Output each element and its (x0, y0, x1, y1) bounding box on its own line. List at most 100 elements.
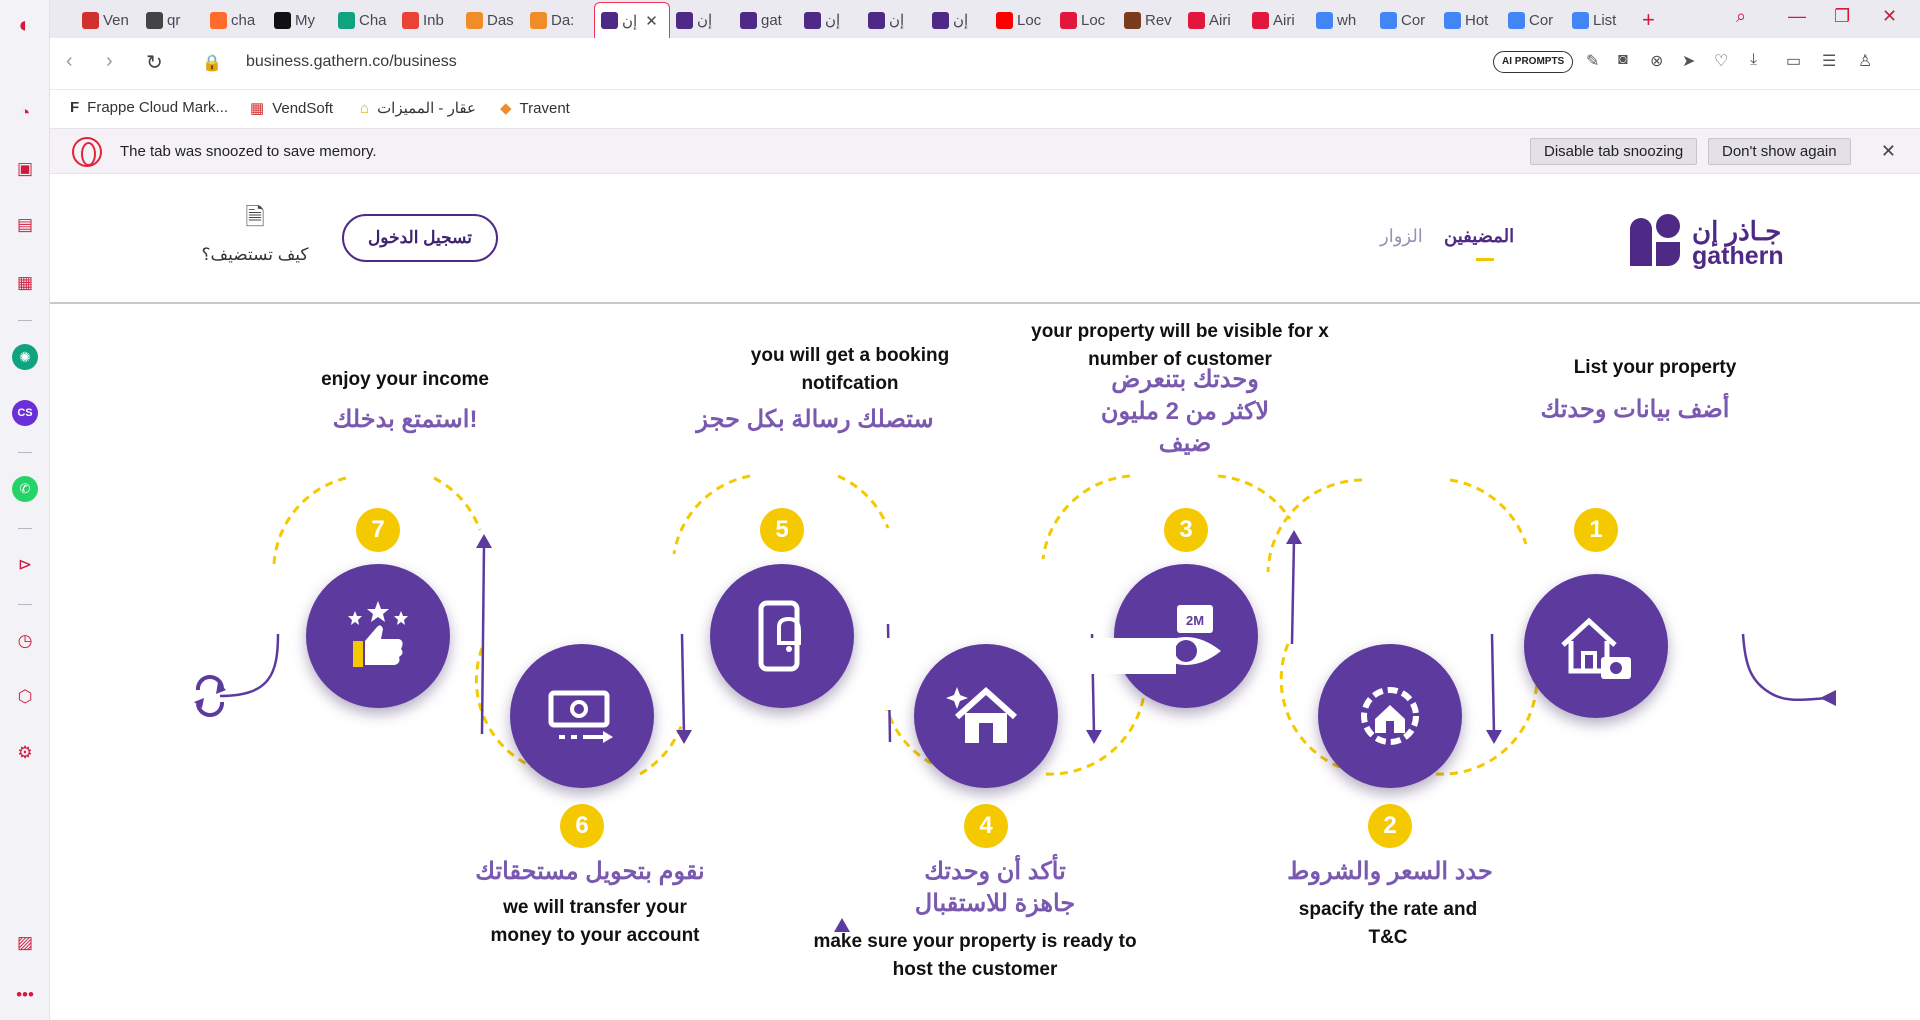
browser-tab[interactable]: إن (932, 4, 990, 36)
browser-tab[interactable]: cha (210, 4, 268, 36)
player-icon[interactable]: ⊳ (12, 552, 38, 578)
tab-label: wh (1337, 11, 1357, 29)
nav-guests[interactable]: الزوار (1380, 226, 1423, 247)
shopping-icon[interactable]: ▣ (12, 156, 38, 182)
whatsapp-icon[interactable]: ✆ (12, 476, 38, 502)
tab-label: qr (167, 11, 181, 29)
browser-tab[interactable]: إن (676, 4, 734, 36)
settings-icon[interactable]: ⚙ (12, 740, 38, 766)
battery-icon[interactable]: ▭ (1786, 51, 1801, 71)
ai-prompts-button[interactable]: AI PROMPTS (1493, 51, 1574, 73)
tab-label: Airi (1209, 11, 1231, 29)
browser-tab[interactable]: Rev (1124, 4, 1182, 36)
tab-favicon-icon (1572, 11, 1589, 29)
dont-show-again-button[interactable]: Don't show again (1708, 138, 1851, 165)
browser-tab[interactable]: Airi (1252, 4, 1310, 36)
bookmark-vendsoft[interactable]: ▦ VendSoft (250, 99, 333, 118)
cpu-icon[interactable]: ▦ (12, 270, 38, 296)
bookmark-travent[interactable]: ◆ Travent (500, 99, 570, 118)
browser-tab[interactable]: Cor (1380, 4, 1438, 36)
address-bar: ‹ › ↻ 🔒 business.gathern.co/business AI … (50, 38, 1920, 90)
block-icon[interactable]: ⊗ (1650, 51, 1663, 71)
sidebar-divider (18, 528, 32, 529)
step-2-number: 2 (1368, 804, 1412, 848)
how-to-host-label: كيف تستضيف؟ (201, 245, 309, 264)
sidebar-divider (18, 320, 32, 321)
gathern-logo[interactable]: جـاذر إن gathern (1630, 214, 1800, 270)
bookmark-frappe[interactable]: F Frappe Cloud Mark... (70, 99, 228, 116)
snapshot-icon[interactable]: ◙ (1618, 51, 1628, 69)
nav-hosts[interactable]: المضيفين (1444, 226, 1514, 261)
browser-tab[interactable]: Loc (996, 4, 1054, 36)
tab-label: Hot (1465, 11, 1489, 29)
money-transfer-icon (548, 690, 613, 743)
close-snooze-icon[interactable]: ✕ (1881, 141, 1896, 162)
site-info-icon[interactable]: 🔒 (202, 53, 222, 73)
send-icon[interactable]: ➤ (1682, 51, 1695, 71)
browser-tab[interactable]: Airi (1188, 4, 1246, 36)
how-to-host-link[interactable]: 🗎 كيف تستضيف؟ (190, 200, 320, 264)
tab-favicon-icon (338, 11, 355, 29)
tab-label: Airi (1273, 11, 1295, 29)
step-6-english: we will transfer your money to your acco… (490, 897, 700, 946)
browser-tab[interactable]: إن (868, 4, 926, 36)
minimize-icon[interactable]: — (1788, 6, 1806, 27)
browser-tab[interactable]: Da: (530, 4, 588, 36)
step-7-circle (306, 564, 450, 708)
twitch-icon[interactable]: ▤ (12, 212, 38, 238)
browser-tab[interactable]: Inb (402, 4, 460, 36)
forward-icon[interactable]: › (106, 50, 113, 73)
browser-tab[interactable]: Hot (1444, 4, 1502, 36)
browser-tab[interactable]: Cor (1508, 4, 1566, 36)
tab-label: Rev (1145, 11, 1172, 29)
tab-label: My (295, 11, 315, 29)
cs-app-icon[interactable]: CS (12, 400, 38, 426)
heart-icon[interactable]: ♡ (1714, 51, 1728, 71)
browser-tab[interactable]: Ven (82, 4, 140, 36)
restore-icon[interactable]: ❐ (1834, 6, 1850, 27)
browser-tab[interactable]: gat (740, 4, 798, 36)
disable-snoozing-button[interactable]: Disable tab snoozing (1530, 138, 1698, 165)
bookmark-aqar[interactable]: ⌂ عقار - المميزات (360, 99, 476, 118)
more-icon[interactable]: ••• (12, 982, 38, 1008)
back-icon[interactable]: ‹ (66, 50, 73, 73)
tab-favicon-icon (146, 11, 163, 29)
close-window-icon[interactable]: ✕ (1882, 6, 1897, 27)
edit-icon[interactable]: ✎ (1586, 51, 1599, 71)
profile-icon[interactable]: ♙ (1858, 51, 1872, 71)
browser-tab[interactable]: Cha (338, 4, 396, 36)
opera-logo-icon[interactable]: ◐ (12, 12, 38, 38)
tab-favicon-icon (1316, 11, 1333, 29)
browser-tab[interactable]: Das (466, 4, 524, 36)
site-header: جـاذر إن gathern المضيفين الزوار تسجيل ا… (50, 174, 1920, 304)
history-icon[interactable]: ◷ (12, 628, 38, 654)
tab-favicon-icon (996, 11, 1013, 29)
tab-favicon-icon (1252, 11, 1269, 29)
browser-tab[interactable]: wh (1316, 4, 1374, 36)
url-field[interactable]: business.gathern.co/business (246, 53, 457, 71)
new-tab-button[interactable]: + (1642, 4, 1655, 36)
browser-tab[interactable]: My (274, 4, 332, 36)
tab-label: gat (761, 11, 782, 29)
browser-tab[interactable]: إن ✕ (594, 2, 670, 38)
browser-tab[interactable]: List (1572, 4, 1630, 36)
login-button[interactable]: تسجيل الدخول (342, 214, 498, 262)
easy-setup-icon[interactable]: ☰ (1822, 51, 1836, 71)
speed-dial-icon[interactable]: ◔ (12, 100, 38, 126)
travent-icon: ◆ (500, 100, 512, 117)
close-tab-icon[interactable]: ✕ (645, 12, 658, 30)
step-4-number: 4 (964, 804, 1008, 848)
pinboard-icon[interactable]: ▨ (12, 930, 38, 956)
step-3-number: 3 (1164, 508, 1208, 552)
reload-icon[interactable]: ↻ (146, 50, 163, 75)
house-camera-icon (1561, 617, 1631, 679)
browser-tab[interactable]: Loc (1060, 4, 1118, 36)
tab-favicon-icon (676, 11, 693, 29)
extensions-icon[interactable]: ⬡ (12, 684, 38, 710)
search-tabs-icon[interactable]: ⌕ (1736, 6, 1746, 27)
chatgpt-icon[interactable]: ✺ (12, 344, 38, 370)
browser-tab[interactable]: إن (804, 4, 862, 36)
browser-tab[interactable]: qr (146, 4, 204, 36)
tab-bar: Ven qr cha My Cha Inb Das Da: إن ✕ إن gat إن إن إن Loc L… (50, 0, 1920, 38)
download-icon[interactable]: ⤓ (1750, 51, 1757, 69)
